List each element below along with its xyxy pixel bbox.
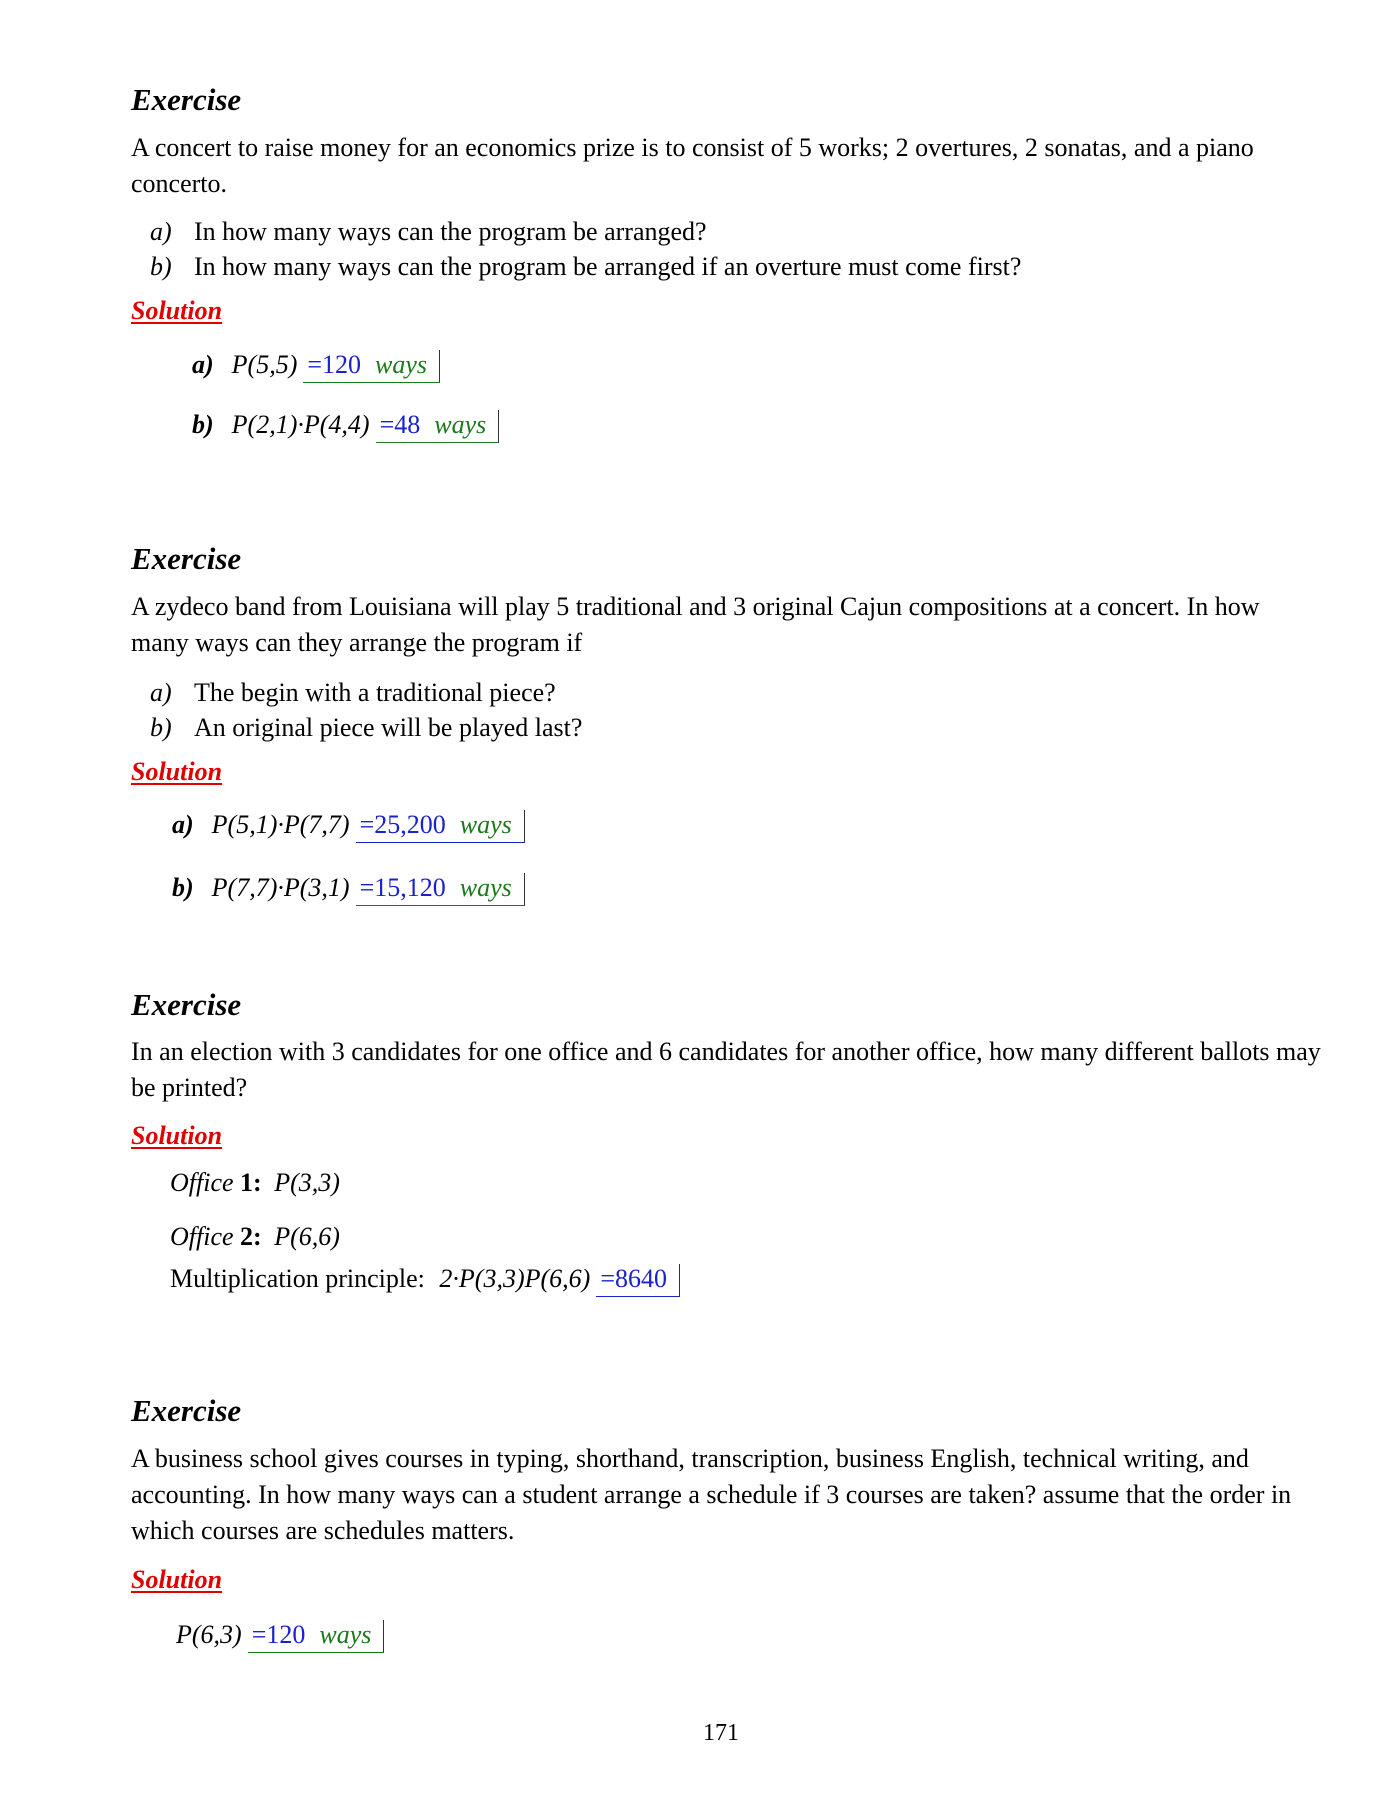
office-word: Office <box>170 1168 234 1197</box>
part-label: a) <box>192 350 214 379</box>
math-expression: P(5,1)·P(7,7) <box>211 810 350 839</box>
solution-line: a) P(5,5) =120 ways <box>192 350 441 383</box>
answer-value: 25,200 <box>374 810 446 839</box>
solution-line: Office 2: P(6,6) <box>170 1222 340 1252</box>
office-number: 2: <box>240 1222 262 1251</box>
answer-value: 120 <box>322 350 362 379</box>
item-label: a) <box>150 678 172 707</box>
answer-unit: ways <box>375 350 428 379</box>
question-item: b) In how many ways can the program be ar… <box>150 252 1021 282</box>
exercise-heading: Exercise <box>131 82 242 117</box>
answer-unit: ways <box>459 810 512 839</box>
question-item: a) The begin with a traditional piece? <box>150 678 556 708</box>
solution-line: P(6,3) =120 ways <box>176 1620 385 1653</box>
answer-value: 8640 <box>614 1264 667 1293</box>
boxed-answer: =120 ways <box>247 1620 385 1653</box>
boxed-answer: =8640 <box>596 1264 680 1297</box>
boxed-answer: =120 ways <box>303 350 441 383</box>
part-label: b) <box>192 410 214 439</box>
answer-value: 15,120 <box>374 873 446 902</box>
exercise-text: A business school gives courses in typin… <box>131 1444 1292 1545</box>
item-label: a) <box>150 217 172 246</box>
exercise-text: A concert to raise money for an economic… <box>131 133 1254 198</box>
part-label: b) <box>172 873 194 902</box>
boxed-answer: =15,120 ways <box>355 873 525 906</box>
answer-unit: ways <box>459 873 512 902</box>
item-label: b) <box>150 252 172 281</box>
math-expression: P(5,5) <box>231 350 298 379</box>
answer-unit: ways <box>434 410 487 439</box>
principle-label: Multiplication principle: <box>170 1264 425 1293</box>
solution-label: Solution <box>131 1565 223 1594</box>
solution-line: a) P(5,1)·P(7,7) =25,200 ways <box>172 810 525 843</box>
solution-line: Office 1: P(3,3) <box>170 1168 340 1198</box>
solution-label: Solution <box>131 296 223 325</box>
boxed-answer: =25,200 ways <box>355 810 525 843</box>
exercise-text: In an election with 3 candidates for one… <box>131 1037 1321 1102</box>
item-text: An original piece will be played last? <box>194 713 583 742</box>
answer-value: 120 <box>266 1620 306 1649</box>
solution-label: Solution <box>131 1121 223 1150</box>
office-number: 1: <box>240 1168 262 1197</box>
item-text: In how many ways can the program be arra… <box>194 252 1022 281</box>
document-page: Exercise A concert to raise money for an… <box>0 0 1390 1800</box>
item-text: The begin with a traditional piece? <box>194 678 556 707</box>
exercise-heading: Exercise <box>131 1393 242 1428</box>
exercise-heading: Exercise <box>131 541 242 576</box>
math-expression: P(6,3) <box>176 1620 242 1649</box>
part-label: a) <box>172 810 194 839</box>
solution-line: b) P(7,7)·P(3,1) =15,120 ways <box>172 873 525 906</box>
math-expression: P(6,6) <box>274 1222 340 1251</box>
math-expression: P(2,1)·P(4,4) <box>231 410 370 439</box>
answer-value: 48 <box>394 410 421 439</box>
answer-unit: ways <box>319 1620 372 1649</box>
question-item: a) In how many ways can the program be ar… <box>150 217 707 247</box>
solution-line: Multiplication principle: 2·P(3,3)P(6,6)… <box>170 1264 680 1297</box>
solution-label: Solution <box>131 757 223 786</box>
math-expression: 2·P(3,3)P(6,6) <box>439 1264 591 1293</box>
math-expression: P(7,7)·P(3,1) <box>211 873 350 902</box>
item-label: b) <box>150 713 172 742</box>
exercise-text: A zydeco band from Louisiana will play 5… <box>131 592 1260 657</box>
question-item: b) An original piece will be played last? <box>150 713 582 743</box>
exercise-heading: Exercise <box>131 987 242 1022</box>
item-text: In how many ways can the program be arra… <box>194 217 707 246</box>
solution-line: b) P(2,1)·P(4,4) =48 ways <box>192 410 500 443</box>
boxed-answer: =48 ways <box>375 410 500 443</box>
page-number: 171 <box>703 1720 739 1746</box>
office-word: Office <box>170 1222 234 1251</box>
math-expression: P(3,3) <box>274 1168 340 1197</box>
